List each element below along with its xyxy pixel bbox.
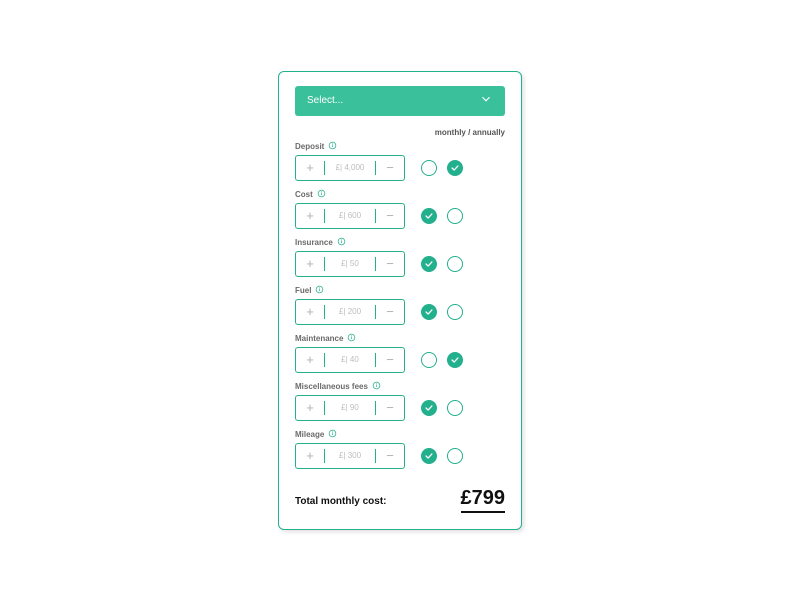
minus-button[interactable]: − [376,396,404,420]
annually-radio[interactable] [447,256,463,272]
info-icon[interactable] [328,429,337,440]
stepper-value: £| 40 [325,355,375,364]
annually-radio[interactable] [447,448,463,464]
cost-row-mileage: Mileage +£| 300− [295,429,505,469]
cost-row-cost: Cost +£| 600− [295,189,505,229]
mileage-stepper[interactable]: +£| 300− [295,443,405,469]
cost-row-deposit: Deposit +£| 4,000− [295,141,505,181]
frequency-toggle [421,256,463,272]
maintenance-stepper[interactable]: +£| 40− [295,347,405,373]
plus-button[interactable]: + [296,396,324,420]
car-select-placeholder: Select... [307,95,343,106]
monthly-radio[interactable] [421,400,437,416]
info-icon[interactable] [347,333,356,344]
misc-stepper[interactable]: +£| 90− [295,395,405,421]
frequency-toggle [421,352,463,368]
monthly-radio[interactable] [421,208,437,224]
plus-button[interactable]: + [296,252,324,276]
row-label: Maintenance [295,334,343,343]
deposit-stepper[interactable]: +£| 4,000− [295,155,405,181]
annually-radio[interactable] [447,304,463,320]
stepper-value: £| 200 [325,307,375,316]
minus-button[interactable]: − [376,156,404,180]
row-label: Insurance [295,238,333,247]
minus-button[interactable]: − [376,204,404,228]
frequency-toggle [421,400,463,416]
annually-radio[interactable] [447,208,463,224]
info-icon[interactable] [372,381,381,392]
monthly-radio[interactable] [421,352,437,368]
minus-button[interactable]: − [376,348,404,372]
frequency-toggle [421,448,463,464]
total-value: £799 [461,487,506,513]
annually-radio[interactable] [447,400,463,416]
plus-button[interactable]: + [296,444,324,468]
stepper-value: £| 4,000 [325,163,375,172]
total-row: Total monthly cost: £799 [295,487,505,513]
stepper-value: £| 300 [325,451,375,460]
annually-radio[interactable] [447,160,463,176]
info-icon[interactable] [328,141,337,152]
stepper-value: £| 90 [325,403,375,412]
cost-row-fuel: Fuel +£| 200− [295,285,505,325]
minus-button[interactable]: − [376,300,404,324]
frequency-header: monthly / annually [295,128,505,137]
stepper-value: £| 600 [325,211,375,220]
monthly-radio[interactable] [421,448,437,464]
cost-card: Select... monthly / annually Deposit+£| … [278,71,522,530]
frequency-toggle [421,160,463,176]
car-select[interactable]: Select... [295,86,505,116]
minus-button[interactable]: − [376,252,404,276]
plus-button[interactable]: + [296,156,324,180]
row-label: Deposit [295,142,324,151]
info-icon[interactable] [337,237,346,248]
fuel-stepper[interactable]: +£| 200− [295,299,405,325]
plus-button[interactable]: + [296,204,324,228]
monthly-radio[interactable] [421,256,437,272]
frequency-toggle [421,304,463,320]
row-label: Cost [295,190,313,199]
row-label: Mileage [295,430,324,439]
frequency-toggle [421,208,463,224]
insurance-stepper[interactable]: +£| 50− [295,251,405,277]
info-icon[interactable] [315,285,324,296]
cost-stepper[interactable]: +£| 600− [295,203,405,229]
stepper-value: £| 50 [325,259,375,268]
minus-button[interactable]: − [376,444,404,468]
monthly-radio[interactable] [421,160,437,176]
row-label: Miscellaneous fees [295,382,368,391]
cost-row-insurance: Insurance +£| 50− [295,237,505,277]
monthly-radio[interactable] [421,304,437,320]
plus-button[interactable]: + [296,348,324,372]
chevron-down-icon [479,92,493,109]
annually-radio[interactable] [447,352,463,368]
row-label: Fuel [295,286,311,295]
plus-button[interactable]: + [296,300,324,324]
info-icon[interactable] [317,189,326,200]
total-label: Total monthly cost: [295,496,386,507]
cost-row-maintenance: Maintenance +£| 40− [295,333,505,373]
cost-row-misc: Miscellaneous fees +£| 90− [295,381,505,421]
